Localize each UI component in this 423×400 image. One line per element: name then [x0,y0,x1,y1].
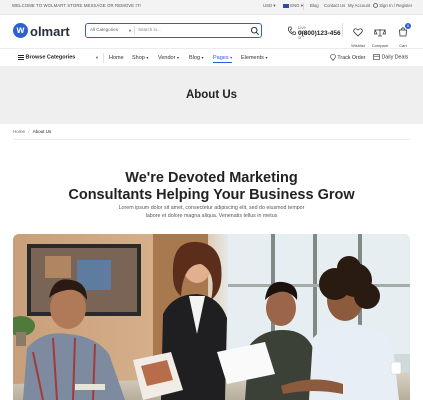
wishlist-button[interactable]: Wishlist [349,24,367,48]
page-title: About Us [185,89,238,101]
divider [13,139,410,140]
divider [134,26,135,34]
search-bar: All Categories ▼ Search in... [85,23,262,38]
heart-icon [353,28,363,37]
account-link[interactable]: My Account [348,3,370,8]
category-select[interactable]: All Categories [90,27,118,32]
breadcrumb: Home / About Us [13,129,51,134]
currency-select[interactable]: USD ▾ [263,3,275,9]
section-description: Lorem ipsum dolor sit amet, consectetur … [118,205,305,219]
cart-count-badge: 0 [405,23,411,29]
nav-vendor[interactable]: Vendor ▾ [158,55,179,61]
menu-icon [18,54,24,60]
search-input[interactable]: Search in... [138,27,161,32]
logo-text[interactable]: olmart [30,24,70,39]
divider [303,3,304,10]
divider [342,23,343,37]
nav-blog[interactable]: Blog ▾ [189,55,204,61]
contact-link[interactable]: Contact Us [324,3,345,8]
cart-button[interactable]: Cart 0 [394,23,412,48]
location-pin-icon [330,54,336,61]
deals-icon [373,54,380,60]
phone-icon [287,26,296,35]
section-heading: We're Devoted Marketing Consultants Help… [68,170,355,203]
language-select[interactable]: ENG ▾ [283,3,303,9]
main-nav: Browse Categories ▼ Home Shop ▾ Vendor ▾… [0,48,423,68]
nav-shop[interactable]: Shop ▾ [132,55,148,61]
user-icon [373,3,378,9]
nav-home[interactable]: Home [109,55,124,61]
blog-link[interactable]: Blog [310,3,319,8]
top-bar: WELCOME TO WOLMART STORE MESSAGE OR REMO… [0,0,423,15]
breadcrumb-separator: / [28,129,30,134]
nav-pages[interactable]: Pages ▾ [213,55,233,63]
chevron-down-icon: ▼ [95,55,99,60]
divider [103,53,104,63]
flag-icon [283,3,289,8]
breadcrumb-current: About Us [32,129,52,134]
page-hero: About Us [0,66,423,124]
sign-in-link[interactable]: Sign In / Register [373,3,412,9]
browse-categories[interactable]: Browse Categories [18,54,75,61]
welcome-message: WELCOME TO WOLMART STORE MESSAGE OR REMO… [12,3,141,8]
compare-button[interactable]: Compare [371,24,389,48]
team-photo [13,234,410,400]
logo-icon[interactable]: w [13,23,28,38]
compare-icon [374,28,386,37]
breadcrumb-home[interactable]: Home [13,129,25,134]
search-icon[interactable] [250,26,260,36]
nav-elements[interactable]: Elements ▾ [241,55,267,61]
daily-deals-link[interactable]: Daily Deals [373,54,408,60]
track-order-link[interactable]: Track Order [330,54,365,61]
chevron-down-icon: ▼ [128,28,132,33]
phone-number[interactable]: 0(800)123-456 [298,30,341,37]
